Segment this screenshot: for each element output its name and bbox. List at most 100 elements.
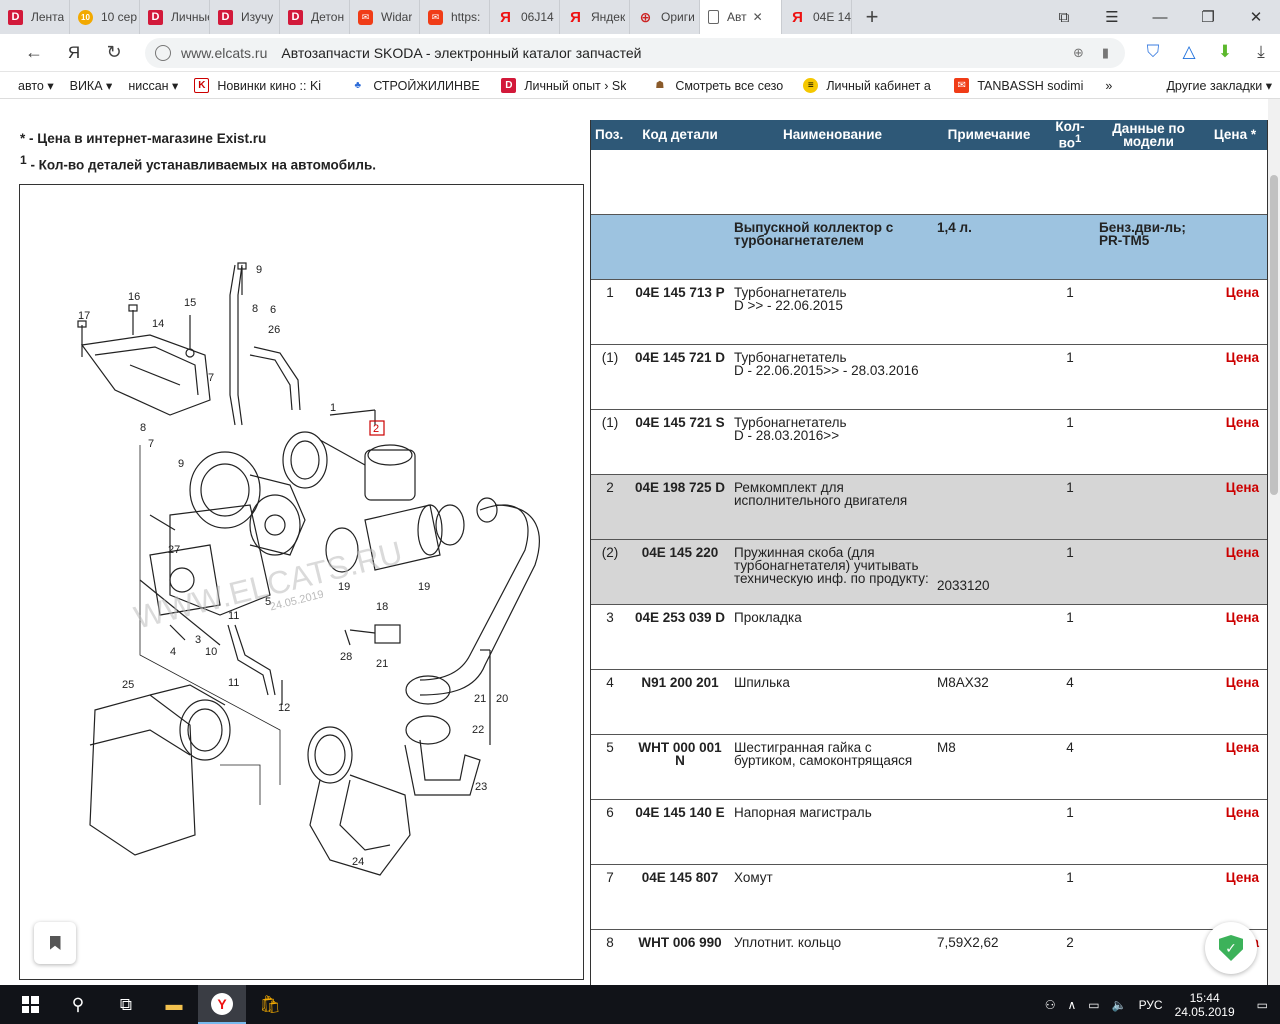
header-name: Наименование: [731, 120, 934, 150]
cell-code: 04E 145 721 S: [629, 409, 731, 475]
bookmark-tanbassh[interactable]: ✉ TANBASSH sodimi: [954, 78, 1089, 93]
part-name: Уплотнит. кольцо: [734, 935, 842, 950]
price-link[interactable]: Цена: [1201, 864, 1267, 930]
tab-favicon-icon: Я: [500, 8, 511, 26]
bookmarks-more[interactable]: »: [1105, 79, 1112, 93]
part-name: Ремкомплект для исполнительного двигател…: [734, 480, 908, 508]
tabs-container: DЛента1010 серDЛичныеDИзучуDДетон✉Widar✉…: [0, 0, 852, 34]
tab-10[interactable]: Авт ✕: [700, 0, 782, 34]
parts-table-body: Выпускной коллектор с турбонагнетателем …: [591, 149, 1267, 986]
tab-title: Изучу: [241, 10, 274, 24]
back-icon[interactable]: ←: [14, 42, 54, 63]
bookmark-stroy[interactable]: ♣ СТРОЙЖИЛИНВЕ: [350, 78, 485, 93]
bookmark-auto[interactable]: авто ▾: [18, 78, 54, 93]
tab-strip: DЛента1010 серDЛичныеDИзучуDДетон✉Widar✉…: [0, 0, 1280, 34]
tabs-overview-icon[interactable]: ⧉: [1040, 0, 1088, 34]
save-bookmark-button[interactable]: [34, 922, 76, 964]
tab-favicon-icon: ✉: [428, 9, 443, 25]
bookmark-nissan[interactable]: ниссан ▾: [128, 78, 178, 93]
tab-4[interactable]: D Детон: [280, 0, 350, 34]
bookmark-label: Новинки кино :: Ki: [217, 78, 322, 93]
scrollbar-thumb[interactable]: [1270, 175, 1278, 495]
bookmark-vika[interactable]: ВИКА ▾: [70, 78, 113, 93]
downloads-icon[interactable]: ⤓: [1250, 40, 1272, 64]
download-green-icon[interactable]: ⬇: [1214, 40, 1236, 64]
svg-text:2: 2: [373, 423, 379, 435]
cell-pos: 5: [591, 734, 629, 800]
tab-11[interactable]: Я 04E 14: [782, 0, 852, 34]
price-link[interactable]: Цена: [1201, 344, 1267, 410]
tab-2[interactable]: D Личные: [140, 0, 210, 34]
network-icon[interactable]: ▭: [1088, 998, 1099, 1012]
cell-code: WHT 000 001 N: [629, 734, 731, 800]
tab-title: Widar: [381, 10, 413, 24]
file-explorer-icon[interactable]: ▬: [150, 985, 198, 1024]
svg-text:7: 7: [208, 372, 214, 384]
bookmark-label: авто ▾: [18, 79, 54, 93]
bookmark-icon[interactable]: ▮: [1102, 45, 1109, 61]
qty-note-text: - Кол-во деталей устанавливаемых на авто…: [26, 157, 377, 173]
store-icon[interactable]: 🛍: [246, 985, 294, 1024]
cell-pos: (1): [591, 409, 629, 475]
bookmark-sezon[interactable]: ☗ Смотреть все сезо: [652, 78, 787, 93]
price-link[interactable]: Цена: [1201, 604, 1267, 670]
price-link[interactable]: Цена: [1201, 669, 1267, 735]
minimize-icon[interactable]: —: [1136, 0, 1184, 34]
tab-1[interactable]: 10 10 сер: [70, 0, 140, 34]
svg-text:9: 9: [256, 264, 262, 276]
mail-icon: ✉: [954, 78, 970, 93]
cell-note: [934, 799, 1044, 865]
tab-5[interactable]: ✉ Widar: [350, 0, 420, 34]
protect-shield-icon[interactable]: ⛉: [1142, 40, 1164, 64]
show-hidden-icon[interactable]: ∧: [1067, 998, 1076, 1012]
translate-icon[interactable]: ⊕: [1073, 45, 1084, 61]
task-view-icon[interactable]: ⧉: [102, 985, 150, 1024]
cell-model: [1096, 279, 1201, 345]
window-controls: ⧉ ☰ — ❐ ✕: [1040, 0, 1280, 34]
yandex-logo-icon[interactable]: Я: [54, 43, 94, 63]
parts-diagram[interactable]: 9 16 15 17 14 8 6 26 7 8 7 9 1 5 27 19 1…: [19, 184, 584, 980]
price-link[interactable]: Цена: [1201, 474, 1267, 540]
menu-icon[interactable]: ☰: [1088, 0, 1136, 34]
notifications-icon[interactable]: ▭: [1257, 998, 1268, 1012]
tab-9[interactable]: ⊕ Ориги: [630, 0, 700, 34]
new-tab-button[interactable]: +: [852, 4, 892, 30]
group-price: [1201, 214, 1267, 280]
start-button[interactable]: [6, 985, 54, 1024]
bookmark-kino[interactable]: K Новинки кино :: Ki: [194, 78, 334, 93]
clock[interactable]: 15:44 24.05.2019: [1175, 991, 1235, 1019]
alice-icon[interactable]: △: [1178, 40, 1200, 64]
tab-0[interactable]: D Лента: [0, 0, 70, 34]
svg-text:4: 4: [170, 646, 176, 658]
tab-favicon-icon: ⊕: [639, 8, 652, 25]
language-indicator[interactable]: РУС: [1139, 998, 1163, 1012]
people-icon[interactable]: ⚇: [1045, 998, 1056, 1012]
address-bar[interactable]: www.elcats.ru Автозапчасти SKODA - элект…: [145, 38, 1125, 68]
cell-code: 04E 145 713 P: [629, 279, 731, 345]
tab-8[interactable]: Я Яндек: [560, 0, 630, 34]
tab-3[interactable]: D Изучу: [210, 0, 280, 34]
bookmark-opyt[interactable]: D Личный опыт › Sk: [501, 78, 636, 93]
group-pos: [591, 214, 629, 280]
price-link[interactable]: Цена: [1201, 734, 1267, 800]
other-bookmarks[interactable]: Другие закладки ▾: [1166, 78, 1272, 93]
tab-7[interactable]: Я 06J14: [490, 0, 560, 34]
price-link[interactable]: Цена: [1201, 539, 1267, 605]
close-window-icon[interactable]: ✕: [1232, 0, 1280, 34]
reload-icon[interactable]: ↻: [94, 42, 134, 63]
cell-model: [1096, 344, 1201, 410]
price-link[interactable]: Цена: [1201, 279, 1267, 345]
price-link[interactable]: Цена: [1201, 799, 1267, 865]
tab-6[interactable]: ✉ https:: [420, 0, 490, 34]
protect-badge-button[interactable]: ✓: [1205, 922, 1257, 974]
search-icon[interactable]: ⚲: [54, 985, 102, 1024]
volume-icon[interactable]: 🔈: [1112, 998, 1127, 1012]
cell-name: Пружинная скоба (для турбонагнетателя) у…: [731, 539, 934, 605]
price-link[interactable]: Цена: [1201, 409, 1267, 475]
close-tab-icon[interactable]: ✕: [753, 10, 763, 24]
qty-note-sup: 1: [20, 153, 27, 167]
bookmark-kabinet[interactable]: ≡ Личный кабинет а: [803, 78, 938, 93]
restore-icon[interactable]: ❐: [1184, 0, 1232, 34]
cell-note: [934, 604, 1044, 670]
yandex-browser-icon[interactable]: Y: [198, 985, 246, 1024]
